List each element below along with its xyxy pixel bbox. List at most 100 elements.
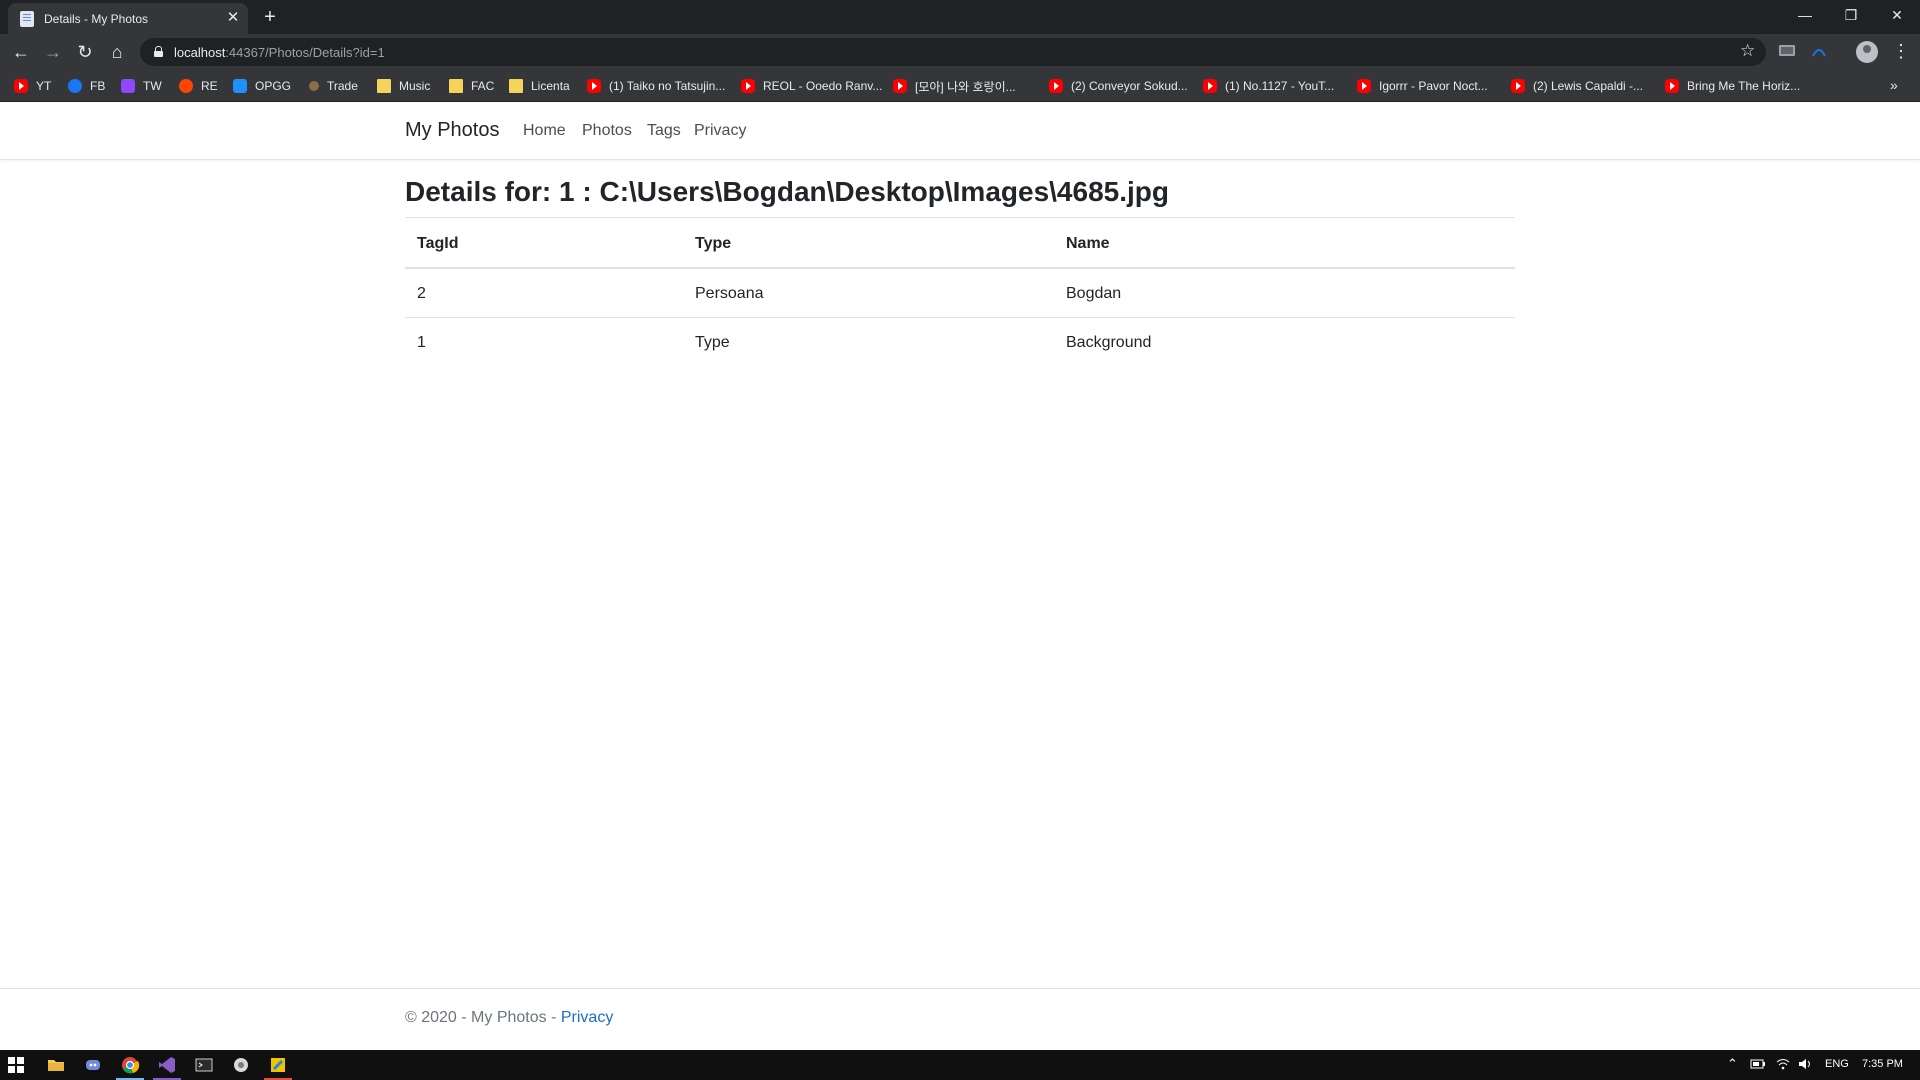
cell-name: Bogdan <box>1066 285 1122 302</box>
close-window-button[interactable]: ✕ <box>1874 0 1920 30</box>
chrome-icon[interactable] <box>120 1055 140 1075</box>
reload-button[interactable]: ↻ <box>72 39 98 65</box>
bookmark-label: (2) Conveyor Sokud... <box>1071 79 1188 93</box>
cell-tagid: 2 <box>417 285 426 302</box>
nav-link-tags[interactable]: Tags <box>647 122 681 140</box>
bookmark-youtube-video[interactable]: (1) Taiko no Tatsujin... <box>587 77 725 95</box>
restore-button[interactable]: ❐ <box>1828 0 1874 30</box>
bookmark-youtube-video[interactable]: Bring Me The Horiz... <box>1665 77 1800 95</box>
page-favicon-icon <box>20 11 34 27</box>
more-bookmarks-icon[interactable]: » <box>1890 77 1898 93</box>
bookmark-label: FB <box>90 79 106 93</box>
url-path: :44367/Photos/Details?id=1 <box>225 45 385 60</box>
tags-table: TagId Type Name 2 Persoana Bogdan 1 Type… <box>405 218 1515 367</box>
nav-link-photos[interactable]: Photos <box>582 122 632 140</box>
folder-icon <box>449 79 463 93</box>
terminal-icon[interactable] <box>194 1055 214 1075</box>
footer-text: © 2020 - My Photos - Privacy <box>405 1009 613 1027</box>
web-page: My Photos Home Photos Tags Privacy Detai… <box>0 103 1920 1050</box>
bookmark-label: FAC <box>471 79 495 93</box>
bookmark-label: Bring Me The Horiz... <box>1687 79 1801 93</box>
cell-tagid: 1 <box>417 334 426 351</box>
bookmark-re[interactable]: RE <box>179 77 218 95</box>
bookmark-youtube-video[interactable]: REOL - Ooedo Ranv... <box>741 77 882 95</box>
bookmark-folder-music[interactable]: Music <box>377 77 430 95</box>
new-tab-button[interactable]: + <box>258 5 282 29</box>
home-button[interactable]: ⌂ <box>104 39 130 65</box>
bookmark-trade[interactable]: Trade <box>309 77 358 95</box>
column-header-tagid: TagId <box>417 235 459 252</box>
bookmark-folder-licenta[interactable]: Licenta <box>509 77 570 95</box>
clock[interactable]: 7:35 PM <box>1862 1058 1903 1070</box>
bookmark-opgg[interactable]: OPGG <box>233 77 291 95</box>
copyright-text: © 2020 - My Photos - <box>405 1009 561 1026</box>
cell-name: Background <box>1066 334 1152 351</box>
windows-start-icon[interactable] <box>8 1057 24 1073</box>
bookmark-label: (2) Lewis Capaldi -... <box>1533 79 1644 93</box>
taskbar: ⌃ ENG 7:35 PM <box>0 1050 1920 1080</box>
table-row: 2 Persoana Bogdan <box>405 269 1515 318</box>
browser-tab[interactable]: Details - My Photos ✕ <box>8 3 248 34</box>
column-header-type: Type <box>695 235 732 252</box>
volume-icon[interactable] <box>1798 1058 1814 1073</box>
url-host: localhost <box>174 45 226 60</box>
bookmark-youtube-video[interactable]: Igorrr - Pavor Noct... <box>1357 77 1488 95</box>
site-navbar: My Photos Home Photos Tags Privacy <box>0 103 1920 160</box>
tab-title: Details - My Photos <box>44 12 149 26</box>
wifi-icon[interactable] <box>1776 1058 1790 1073</box>
bookmark-label: Music <box>399 79 431 93</box>
forward-button[interactable]: → <box>40 39 66 65</box>
lock-icon[interactable] <box>154 46 163 57</box>
url-text[interactable]: localhost:44367/Photos/Details?id=1 <box>174 45 385 60</box>
twitch-icon <box>121 79 135 93</box>
table-header-row: TagId Type Name <box>405 218 1515 269</box>
app-icon[interactable] <box>231 1055 251 1075</box>
app-icon[interactable] <box>268 1055 288 1075</box>
opgg-icon <box>233 79 247 93</box>
extension-icon[interactable] <box>1778 43 1796 59</box>
nav-link-privacy[interactable]: Privacy <box>694 122 746 140</box>
site-brand-link[interactable]: My Photos <box>405 119 499 142</box>
bookmark-label: [모아] 나와 호랑이... <box>915 79 1016 94</box>
extension-icon[interactable] <box>1810 43 1828 59</box>
bookmark-youtube-video[interactable]: (2) Conveyor Sokud... <box>1049 77 1188 95</box>
bookmark-label: (1) No.1127 - YouT... <box>1225 79 1335 93</box>
site-footer: © 2020 - My Photos - Privacy <box>0 988 1920 1050</box>
bookmark-tw[interactable]: TW <box>121 77 162 95</box>
youtube-icon <box>893 79 907 93</box>
bookmark-youtube-video[interactable]: (1) No.1127 - YouT... <box>1203 77 1334 95</box>
youtube-icon <box>14 79 28 93</box>
bookmark-label: OPGG <box>255 79 292 93</box>
footer-privacy-link[interactable]: Privacy <box>561 1009 613 1026</box>
discord-icon[interactable] <box>83 1055 103 1075</box>
bookmark-yt[interactable]: YT <box>14 77 51 95</box>
nav-link-home[interactable]: Home <box>523 122 566 140</box>
bookmark-youtube-video[interactable]: (2) Lewis Capaldi -... <box>1511 77 1643 95</box>
visual-studio-icon[interactable] <box>157 1055 177 1075</box>
page-title: Details for: 1 : C:\Users\Bogdan\Desktop… <box>405 176 1169 207</box>
language-indicator[interactable]: ENG <box>1825 1058 1849 1070</box>
back-button[interactable]: ← <box>8 39 34 65</box>
file-explorer-icon[interactable] <box>46 1055 66 1075</box>
bookmark-label: RE <box>201 79 218 93</box>
youtube-icon <box>587 79 601 93</box>
facebook-icon <box>68 79 82 93</box>
youtube-icon <box>1203 79 1217 93</box>
browser-toolbar: ← → ↻ ⌂ localhost:44367/Photos/Details?i… <box>0 34 1920 70</box>
tab-close-icon[interactable]: ✕ <box>224 9 242 27</box>
bookmark-fb[interactable]: FB <box>68 77 105 95</box>
youtube-icon <box>1357 79 1371 93</box>
profile-avatar-icon[interactable] <box>1856 41 1878 63</box>
bookmark-star-icon[interactable]: ☆ <box>1740 41 1755 61</box>
browser-menu-icon[interactable]: ⋮ <box>1892 40 1910 62</box>
reddit-icon <box>179 79 193 93</box>
bookmark-label: Igorrr - Pavor Noct... <box>1379 79 1488 93</box>
bookmark-label: Trade <box>327 79 358 93</box>
table-row: 1 Type Background <box>405 318 1515 367</box>
battery-icon[interactable] <box>1750 1058 1766 1073</box>
address-bar[interactable]: localhost:44367/Photos/Details?id=1 ☆ <box>140 38 1766 66</box>
tray-chevron-up-icon[interactable]: ⌃ <box>1727 1056 1738 1072</box>
bookmark-folder-fac[interactable]: FAC <box>449 77 494 95</box>
minimize-button[interactable]: — <box>1782 0 1828 30</box>
bookmark-youtube-video[interactable]: [모아] 나와 호랑이... <box>893 77 1016 95</box>
